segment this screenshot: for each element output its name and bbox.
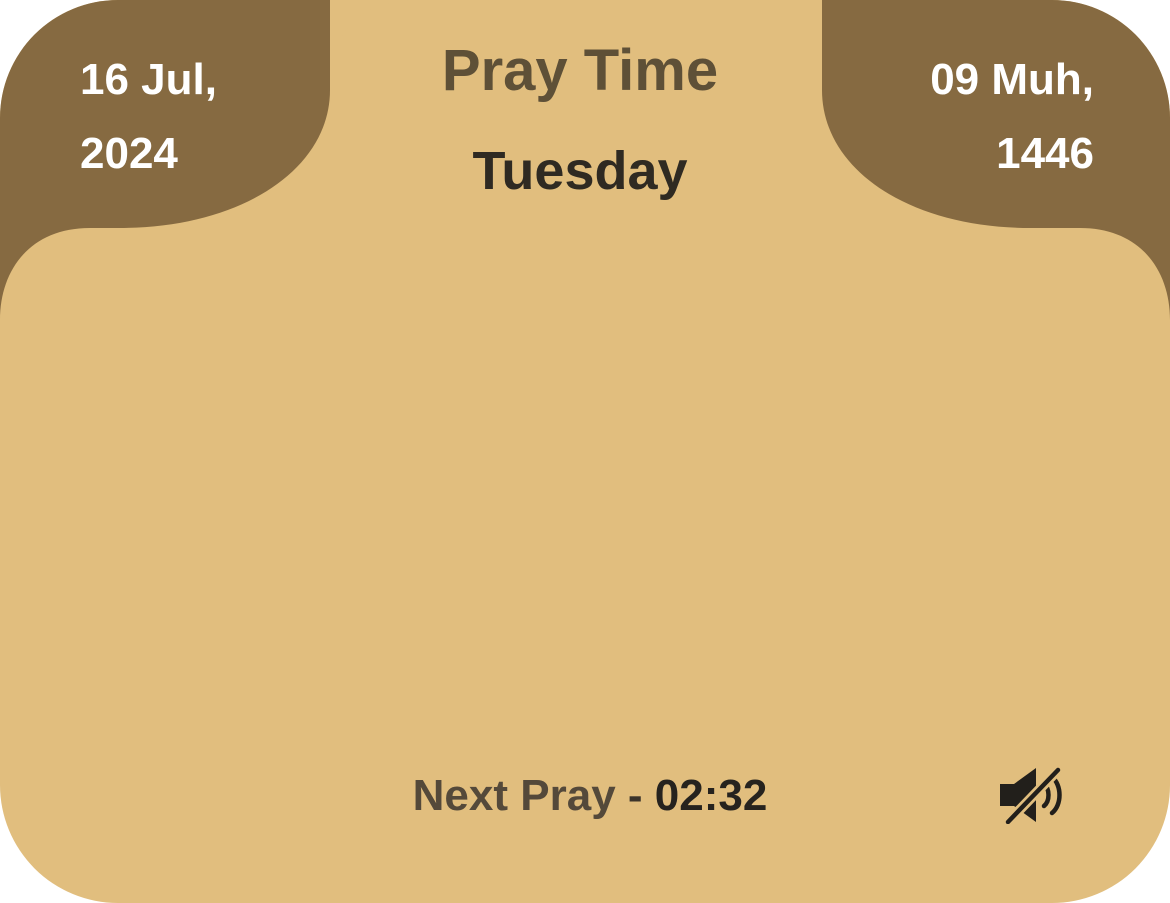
- hijri-date-year: 1446: [996, 129, 1094, 178]
- speaker-muted-icon: [1000, 765, 1063, 827]
- mute-toggle-button[interactable]: [996, 765, 1072, 827]
- next-pray-time: 02:32: [654, 771, 768, 820]
- gregorian-date-year: 2024: [80, 129, 178, 178]
- weekday-label: Tuesday: [472, 141, 688, 201]
- hijri-date: 09 Muh, 1446: [874, 43, 1094, 191]
- next-pray-separator: -: [615, 771, 655, 820]
- app-title: Pray Time: [441, 38, 719, 103]
- next-pray-label: Next Pray: [412, 771, 616, 820]
- gregorian-date-day-month: 16 Jul,: [80, 55, 217, 104]
- hijri-date-day-month: 09 Muh,: [930, 55, 1094, 104]
- pray-time-widget: 16 Jul, 2024 Pray Time Tuesday 09 Muh, 1…: [0, 0, 1170, 903]
- gregorian-date: 16 Jul, 2024: [80, 43, 280, 191]
- next-pray-row: Next Pray - 02:32: [290, 766, 890, 826]
